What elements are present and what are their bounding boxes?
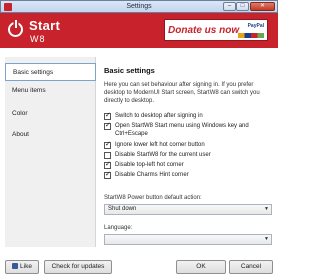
paypal-logo: PayPal: [247, 23, 264, 29]
sidebar-item-about[interactable]: About: [5, 126, 96, 144]
donate-label: Donate us now: [168, 25, 240, 36]
title-bar: Settings – □ ✕: [0, 0, 278, 13]
cancel-button[interactable]: Cancel: [229, 260, 273, 274]
sidebar-item-basic-settings[interactable]: Basic settings: [5, 63, 96, 81]
footer-bar: Like Check for updates OK Cancel: [0, 252, 278, 280]
checkbox-open-start-menu[interactable]: Open StartW8 Start menu using Windows ke…: [104, 122, 272, 138]
checkbox-box[interactable]: [104, 161, 111, 169]
chevron-down-icon: ▼: [264, 236, 269, 242]
donate-button[interactable]: Donate us now PayPal: [164, 19, 268, 41]
checkbox-label: Disable top-left hot corner: [115, 162, 184, 168]
checkbox-box[interactable]: [104, 152, 111, 159]
header-banner: Start W8 Donate us now PayPal: [0, 13, 278, 48]
settings-panel: Basic settings Here you can set behaviou…: [104, 57, 274, 249]
like-button[interactable]: Like: [5, 260, 39, 274]
checkbox-box[interactable]: [104, 171, 111, 179]
checkbox-disable-top-left[interactable]: Disable top-left hot corner: [104, 161, 272, 169]
sidebar-item-menu-items[interactable]: Menu items: [5, 82, 96, 100]
checkbox-box[interactable]: [104, 112, 111, 120]
chevron-down-icon: ▼: [264, 206, 269, 212]
close-button[interactable]: ✕: [250, 2, 275, 11]
checkbox-label: Open StartW8 Start menu using Windows ke…: [115, 123, 249, 137]
checkbox-label: Ignore lower left hot corner button: [115, 142, 205, 148]
minimize-button[interactable]: –: [223, 2, 236, 11]
power-action-dropdown[interactable]: Shut down ▼: [104, 204, 272, 215]
check-updates-button[interactable]: Check for updates: [44, 260, 112, 274]
credit-cards-icon: [238, 33, 264, 38]
checkbox-box[interactable]: [104, 141, 111, 149]
ok-button[interactable]: OK: [176, 260, 226, 274]
description-text: Here you can set behaviour after signing…: [104, 82, 260, 104]
checkbox-ignore-lower-left[interactable]: Ignore lower left hot corner button: [104, 141, 272, 149]
power-icon: [8, 20, 23, 37]
power-action-value: Shut down: [108, 206, 137, 212]
language-dropdown[interactable]: ▼: [104, 234, 272, 245]
checkbox-box[interactable]: [104, 122, 111, 130]
sidebar: Basic settings Menu items Color About: [5, 57, 96, 247]
checkbox-label: Disable StartW8 for the current user: [115, 152, 211, 158]
checkbox-switch-to-desktop[interactable]: Switch to desktop after signing in: [104, 112, 272, 120]
maximize-button[interactable]: □: [236, 2, 249, 11]
sidebar-item-color[interactable]: Color: [5, 105, 96, 123]
checkbox-disable-charms-hint[interactable]: Disable Charms Hint corner: [104, 171, 272, 179]
language-label: Language:: [104, 225, 133, 231]
logo-start-text: Start: [29, 18, 61, 33]
like-label: Like: [20, 263, 32, 270]
checkbox-label: Switch to desktop after signing in: [115, 113, 203, 119]
logo-w8-text: W8: [30, 34, 46, 44]
facebook-like-icon: [12, 263, 19, 269]
checkbox-label: Disable Charms Hint corner: [115, 172, 189, 178]
page-title: Basic settings: [104, 66, 155, 75]
checkbox-disable-startw8[interactable]: Disable StartW8 for the current user: [104, 151, 272, 159]
power-action-label: StartW8 Power button default action:: [104, 195, 202, 201]
